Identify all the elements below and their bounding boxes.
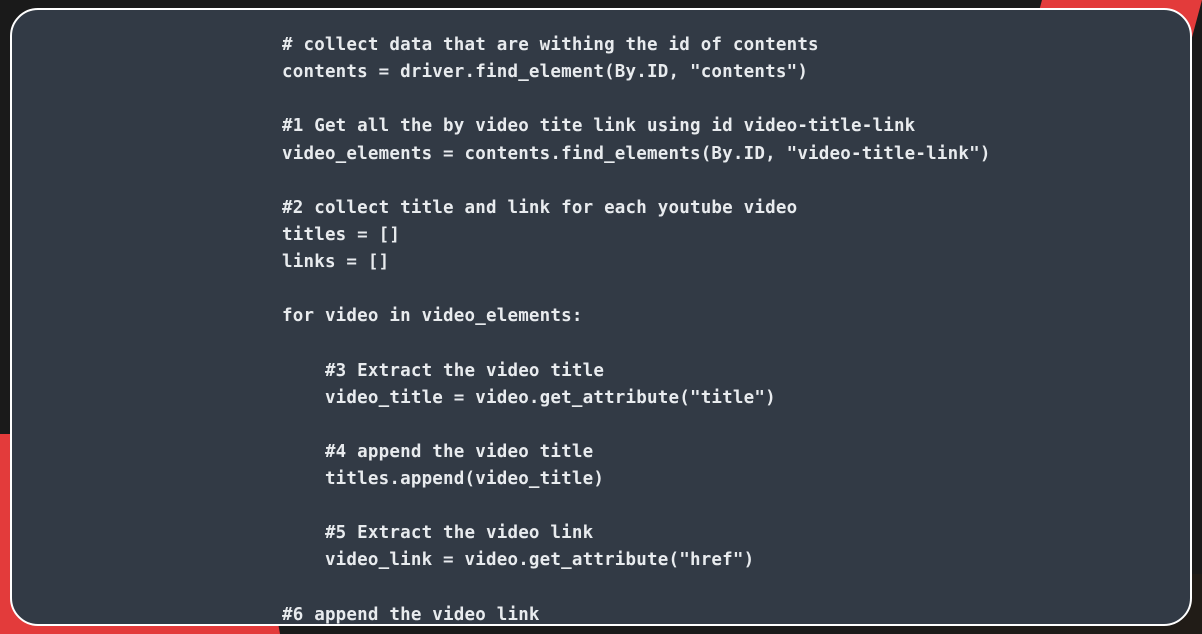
code-content: # collect data that are withing the id o… (282, 35, 991, 626)
code-card: # collect data that are withing the id o… (10, 8, 1192, 626)
code-block: # collect data that are withing the id o… (282, 32, 1150, 626)
